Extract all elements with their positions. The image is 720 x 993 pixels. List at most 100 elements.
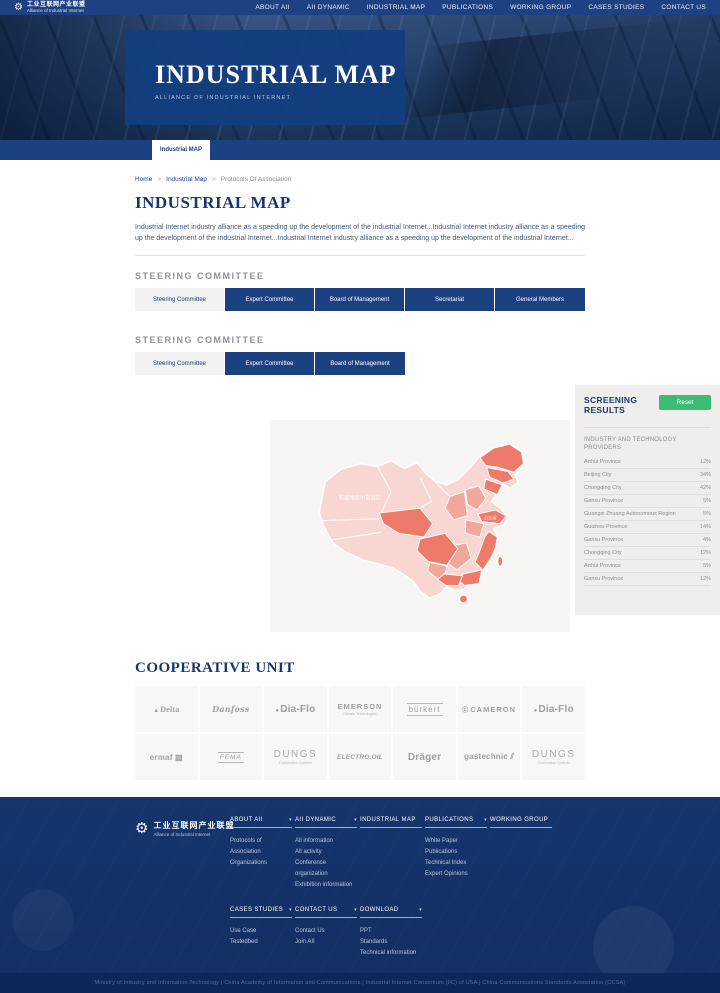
- screening-row-value: 12%: [700, 576, 711, 582]
- nav-item-contact-us[interactable]: CONTACT US: [661, 4, 706, 11]
- footer-link-technical-index[interactable]: Technical Index: [425, 858, 487, 869]
- committee-tab-steering-committee[interactable]: Steering Committee: [135, 288, 225, 311]
- footer-logo-zh: 工业互联网产业联盟: [153, 820, 234, 831]
- footer-link-contact-us[interactable]: Contact Us: [295, 926, 357, 937]
- nav-item-about-aii[interactable]: ABOUT AII: [255, 4, 289, 11]
- footer-link-exhibition-information[interactable]: Exhibition information: [295, 880, 357, 891]
- footer-link-technical-information[interactable]: Technical information: [360, 948, 422, 959]
- footer-link-expert-opinions[interactable]: Expert Opinions: [425, 869, 487, 880]
- partner-logo-dia-flo[interactable]: ●Dia-Flo: [522, 686, 585, 732]
- top-nav-menu: ABOUT AII AII DYNAMIC INDUSTRIAL MAP PUBLIC…: [255, 4, 706, 11]
- screening-row[interactable]: Guangxi Zhuang Autonomous Region5%: [584, 508, 711, 521]
- footer-column-header-industrial-map[interactable]: INDUSTRIAL MAP: [360, 817, 422, 828]
- footer-menu-row-1: ABOUT AII▾ Protocols of AssociationOrgani…: [230, 817, 720, 891]
- committee-tab-general-members[interactable]: General Members: [495, 288, 585, 311]
- committee-tab-expert-committee[interactable]: Expert Committee: [225, 288, 315, 311]
- footer-column-header-aii-dynamic[interactable]: AII DYNAMIC▾: [295, 817, 357, 828]
- tab-industrial-map[interactable]: Industrial MAP: [152, 140, 210, 160]
- footer-column-header-cases-studies[interactable]: CASES STUDIES▾: [230, 907, 292, 918]
- footer-column-working-group: WORKING GROUP: [490, 817, 552, 891]
- partner-logo-emerson[interactable]: EMERSONClimate Technologies: [329, 686, 392, 732]
- screening-row-value: 14%: [700, 524, 711, 530]
- partner-logo-tagline: Combustion Controls: [537, 761, 570, 765]
- nav-item-industrial-map[interactable]: INDUSTRIAL MAP: [367, 4, 426, 11]
- partner-logo-electro-oil[interactable]: ELECTRO.OIL: [329, 734, 392, 780]
- footer-partners-text: Ministry of Industry and Information Tec…: [95, 980, 626, 986]
- partner-logo-dungs[interactable]: DUNGSCombustion Controls: [522, 734, 585, 780]
- breadcrumb-industrial-map[interactable]: Industrial Map: [166, 176, 207, 183]
- intro-paragraph: Industrial Internet industry alliance as…: [135, 222, 585, 244]
- committee-tab-expert-committee[interactable]: Expert Committee: [225, 352, 315, 375]
- partner-logo-dia-flo[interactable]: ●Dia-Flo: [264, 686, 327, 732]
- footer-link-use-case[interactable]: Use Case: [230, 926, 292, 937]
- footer-link-white-paper[interactable]: White Paper: [425, 836, 487, 847]
- nav-item-aii-dynamic[interactable]: AII DYNAMIC: [307, 4, 350, 11]
- partner-logo-danfoss[interactable]: Danfoss: [200, 686, 263, 732]
- screening-row[interactable]: Gansu Province5%: [584, 495, 711, 508]
- screening-row[interactable]: Gansu Province12%: [584, 573, 711, 586]
- cooperative-unit-title: COOPERATIVE UNIT: [135, 660, 585, 677]
- footer-link-standards[interactable]: Standards: [360, 937, 422, 948]
- screening-row-value: 34%: [700, 472, 711, 478]
- screening-row[interactable]: Anhui Province5%: [584, 560, 711, 573]
- nav-item-working-group[interactable]: WORKING GROUP: [510, 4, 571, 11]
- partner-logo-text: Dräger: [408, 752, 441, 763]
- province-shape-hainan[interactable]: [460, 595, 468, 603]
- committee-tab-secretariat[interactable]: Secretariat: [405, 288, 495, 311]
- footer-link-testedbed[interactable]: Testedbed: [230, 937, 292, 948]
- footer-link-ppt[interactable]: PPT: [360, 926, 422, 937]
- partner-logo-dungs[interactable]: DUNGSCombustion Controls: [264, 734, 327, 780]
- committee-tab-board-of-management[interactable]: Board of Management: [315, 352, 405, 375]
- breadcrumb-home[interactable]: Home: [135, 176, 152, 183]
- footer-link-publications[interactable]: Publications: [425, 847, 487, 858]
- screening-row[interactable]: Guizhou Province14%: [584, 521, 711, 534]
- footer-column-industrial-map: INDUSTRIAL MAP: [360, 817, 422, 891]
- footer-column-header-contact-us[interactable]: CONTACT US▾: [295, 907, 357, 918]
- partner-logo-text: ●Dia-Flo: [534, 704, 574, 715]
- caret-down-icon: ▾: [354, 817, 357, 823]
- footer-link-conference-organization[interactable]: Conference organization: [295, 858, 357, 880]
- footer-column-header-about-aii[interactable]: ABOUT AII▾: [230, 817, 292, 828]
- partner-logo-text: EMERSON: [338, 702, 383, 711]
- footer-bottom-bar: Ministry of Industry and Information Tec…: [0, 973, 720, 993]
- footer-link-organizations[interactable]: Organizations: [230, 858, 292, 869]
- screening-row-value: 42%: [700, 485, 711, 491]
- footer-link-all-information[interactable]: All information: [295, 836, 357, 847]
- footer-link-all-activity[interactable]: All activity: [295, 847, 357, 858]
- nav-item-cases-studies[interactable]: CASES STUDIES: [588, 4, 644, 11]
- map-label-xinjiang: 新疆维吾尔自治区: [339, 493, 382, 501]
- page-tab-strip: Industrial MAP: [0, 140, 720, 160]
- logo-mark-icon: ●: [275, 708, 279, 714]
- partner-logo-ermaf[interactable]: ermaf ▨: [135, 734, 198, 780]
- footer-link-join-aii[interactable]: Join AII: [295, 937, 357, 948]
- screening-row[interactable]: Gansu Province4%: [584, 534, 711, 547]
- nav-item-publications[interactable]: PUBLICATIONS: [442, 4, 493, 11]
- screening-row-value: 12%: [700, 550, 711, 556]
- footer-links: All informationAll activityConference or…: [295, 836, 357, 891]
- screening-row[interactable]: Anhui Province12%: [584, 456, 711, 469]
- screening-row[interactable]: Chongqing City12%: [584, 547, 711, 560]
- committee-tab-steering-committee[interactable]: Steering Committee: [135, 352, 225, 375]
- footer-column-header-download[interactable]: DOWNLOAD▾: [360, 907, 422, 918]
- partner-logo-dr-ger[interactable]: Dräger: [393, 734, 456, 780]
- footer-links: Contact UsJoin AII: [295, 926, 357, 948]
- gear-logo-icon: ⚙: [135, 819, 148, 837]
- partner-logo-gastechnic[interactable]: gastechnic ⫽: [458, 734, 521, 780]
- committee-tab-board-of-management[interactable]: Board of Management: [315, 288, 405, 311]
- china-choropleth-map[interactable]: 新疆维吾尔自治区 山东省: [275, 424, 565, 629]
- screening-row[interactable]: Beijing City34%: [584, 469, 711, 482]
- footer-column-about-aii: ABOUT AII▾ Protocols of AssociationOrgani…: [230, 817, 292, 891]
- screening-row[interactable]: Chongqing City42%: [584, 482, 711, 495]
- partner-logo-cameron[interactable]: ⒸCAMERON: [458, 686, 521, 732]
- footer-logo[interactable]: ⚙ 工业互联网产业联盟 Alliance of Industrial Inter…: [135, 819, 234, 837]
- footer-link-protocols-of-association[interactable]: Protocols of Association: [230, 836, 292, 858]
- partner-logo-delta[interactable]: ▲Delta: [135, 686, 198, 732]
- screening-row-value: 5%: [703, 498, 711, 504]
- province-shape-taiwan[interactable]: [498, 556, 503, 566]
- reset-button[interactable]: Reset: [659, 395, 711, 410]
- footer-column-header-publications[interactable]: PUBLICATIONS▾: [425, 817, 487, 828]
- footer-column-header-working-group[interactable]: WORKING GROUP: [490, 817, 552, 828]
- partner-logo-b-rkert[interactable]: bürkert: [393, 686, 456, 732]
- partner-logo-fema[interactable]: FEMA: [200, 734, 263, 780]
- site-logo[interactable]: ⚙ 工业互联网产业联盟 Alliance of Industrial Inter…: [14, 3, 85, 13]
